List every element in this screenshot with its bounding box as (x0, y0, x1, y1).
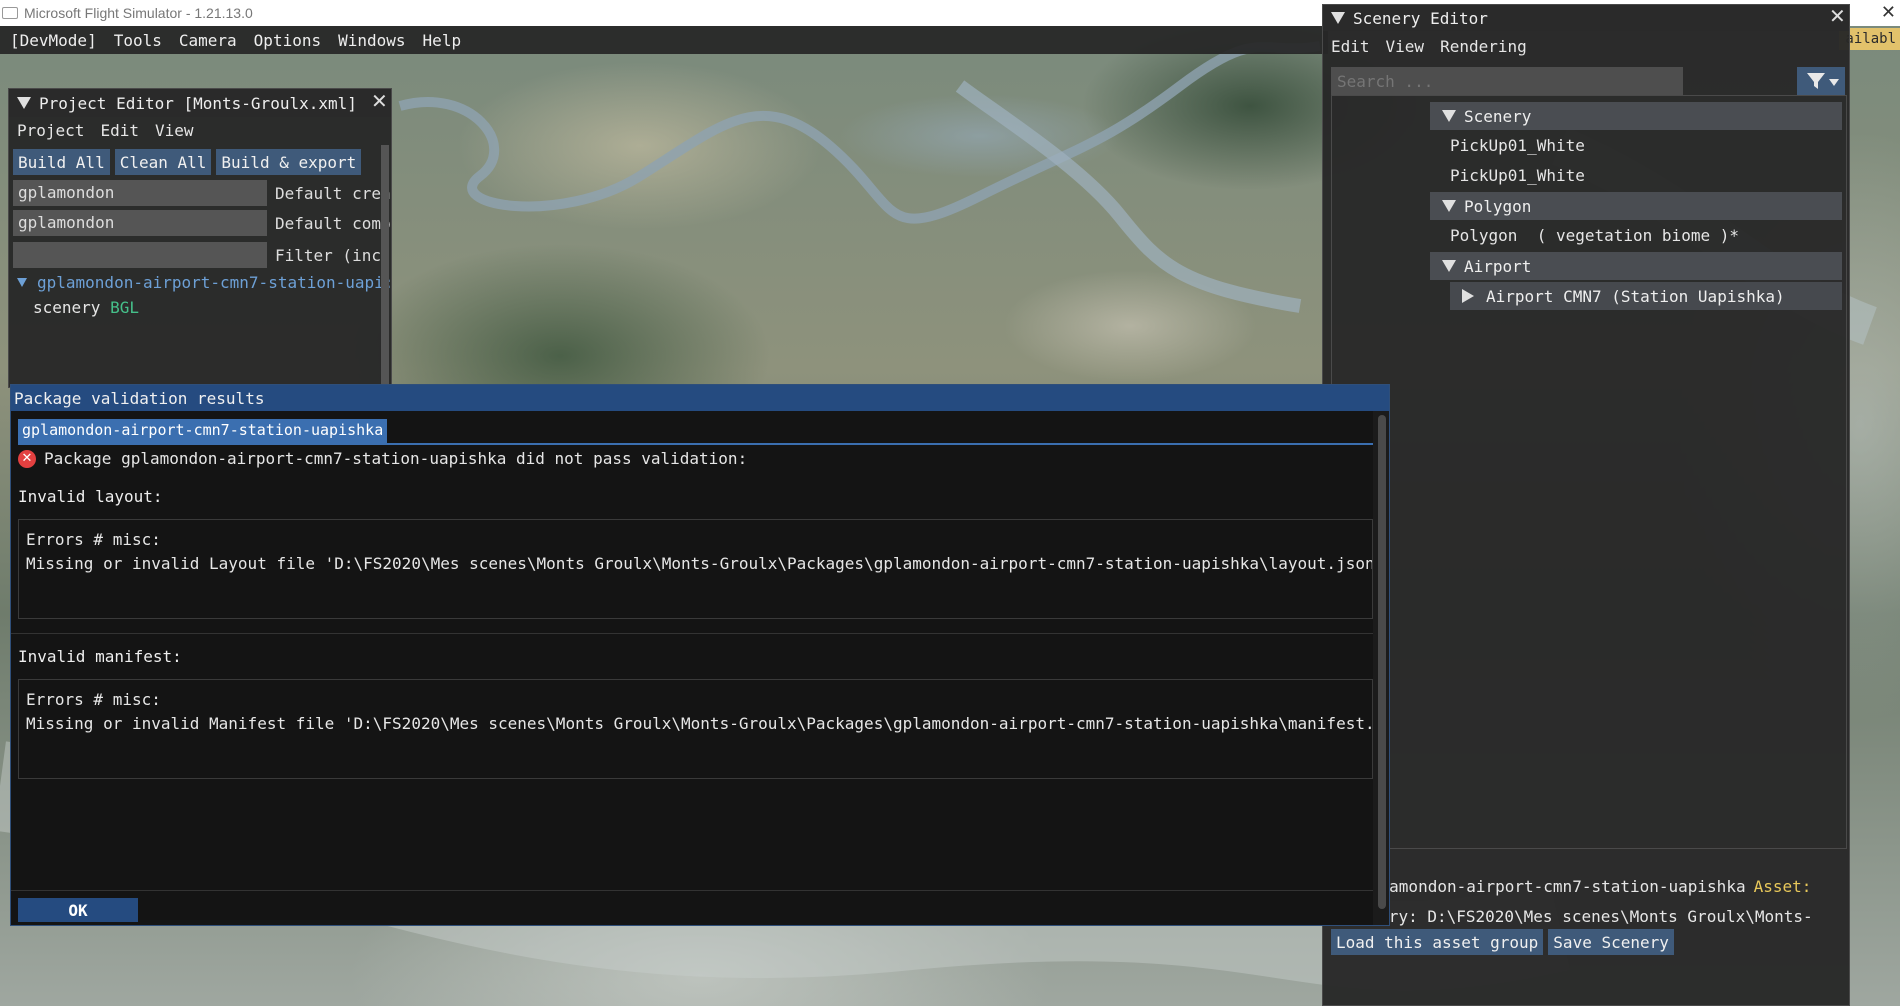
menu-view[interactable]: View (155, 121, 194, 140)
dialog-scrollbar-thumb[interactable] (1378, 415, 1386, 909)
tree-item[interactable]: PickUp01_White (1450, 166, 1585, 185)
tree-header-airport[interactable]: Airport (1430, 252, 1842, 280)
tree-item[interactable]: PickUp01_White (1450, 136, 1585, 155)
dialog-titlebar[interactable]: Package validation results (11, 385, 1389, 411)
asset-name: scenery (33, 298, 101, 317)
tree-item-label: Airport CMN7 (Station Uapishka) (1486, 286, 1785, 306)
package-tree-item[interactable]: gplamondon-airport-cmn7-station-uapi: (9, 273, 391, 292)
asset-type-tag: BGL (110, 298, 139, 317)
project-editor-toolbar: Build All Clean All Build & export (9, 143, 391, 175)
dialog-title: Package validation results (14, 388, 265, 408)
expand-triangle-icon[interactable] (17, 278, 27, 287)
menu-rendering[interactable]: Rendering (1440, 37, 1527, 56)
tree-item-airport[interactable]: Airport CMN7 (Station Uapishka) (1450, 282, 1842, 310)
scenery-editor-panel: Scenery Editor ✕ Edit View Rendering Sce… (1322, 4, 1850, 1006)
scenery-editor-title: Scenery Editor (1353, 8, 1488, 28)
tree-header-label: Scenery (1464, 106, 1532, 126)
menu-view[interactable]: View (1386, 37, 1425, 56)
validation-error-message: Package gplamondon-airport-cmn7-station-… (44, 449, 748, 468)
filter-row: Filter (inc, (9, 241, 391, 269)
menu-camera[interactable]: Camera (179, 31, 237, 50)
tree-header-label: Airport (1464, 256, 1532, 276)
tab-package[interactable]: gplamondon-airport-cmn7-station-uapishka (18, 419, 388, 443)
menu-project[interactable]: Project (17, 121, 84, 140)
errors-label: Errors # misc: (26, 690, 161, 709)
save-scenery-button[interactable]: Save Scenery (1548, 929, 1674, 955)
menu-devmode[interactable]: [DevMode] (10, 31, 97, 50)
collapse-triangle-icon[interactable] (17, 97, 31, 109)
company-label: Default comp (275, 213, 391, 233)
menu-windows[interactable]: Windows (338, 31, 405, 50)
tab-underline (18, 443, 1380, 445)
expand-triangle-icon[interactable] (1462, 289, 1474, 303)
search-input[interactable] (1331, 67, 1683, 95)
scenery-tree: Scenery PickUp01_White PickUp01_White Po… (1331, 95, 1847, 849)
load-asset-group-button[interactable]: Load this asset group (1331, 929, 1544, 955)
tree-item-polygon[interactable]: Polygon ( vegetation biome )* (1450, 226, 1739, 245)
filter-field[interactable] (13, 242, 267, 268)
errors-label: Errors # misc: (26, 530, 161, 549)
close-icon[interactable]: ✕ (371, 89, 388, 113)
menu-edit[interactable]: Edit (100, 121, 139, 140)
company-field[interactable]: gplamondon (13, 210, 267, 236)
os-close-icon[interactable]: ✕ (1881, 2, 1896, 23)
build-export-button[interactable]: Build & export (216, 149, 362, 175)
project-editor-panel: Project Editor [Monts-Groulx.xml] ✕ Proj… (8, 88, 392, 388)
filter-label: Filter (inc, (275, 245, 391, 265)
menu-tools[interactable]: Tools (114, 31, 162, 50)
tree-header-scenery[interactable]: Scenery (1430, 102, 1842, 130)
app-icon (2, 7, 18, 19)
section-divider (11, 633, 1381, 634)
menu-options[interactable]: Options (254, 31, 321, 50)
expand-triangle-icon[interactable] (1442, 260, 1456, 272)
package-name[interactable]: gplamondon-airport-cmn7-station-uapi: (37, 273, 391, 292)
project-editor-titlebar[interactable]: Project Editor [Monts-Groulx.xml] (9, 89, 391, 117)
project-editor-menu: Project Edit View (9, 117, 391, 143)
validation-results-dialog: Package validation results gplamondon-ai… (10, 384, 1390, 926)
info-scenery-path: scenery: D:\FS2020\Mes scenes\Monts Grou… (1340, 906, 1813, 926)
os-window-title: Microsoft Flight Simulator - 1.21.13.0 (24, 5, 253, 21)
ok-button[interactable]: OK (18, 898, 138, 922)
x-circle-icon: ✕ (18, 449, 36, 468)
manifest-error-message: Missing or invalid Manifest file 'D:\FS2… (26, 714, 1373, 733)
creator-label: Default crea (275, 183, 391, 203)
close-icon[interactable]: ✕ (1829, 4, 1846, 28)
validation-error-line: ✕ Package gplamondon-airport-cmn7-statio… (18, 449, 747, 468)
project-editor-title: Project Editor [Monts-Groulx.xml] (39, 93, 357, 113)
selected-asset-info: e: gplamondon-airport-cmn7-station-uapis… (1323, 871, 1851, 931)
clean-all-button[interactable]: Clean All (114, 149, 212, 175)
manifest-error-box: Errors # misc: Missing or invalid Manife… (18, 679, 1373, 779)
scenery-editor-titlebar[interactable]: Scenery Editor (1323, 5, 1849, 31)
tree-header-label: Polygon (1464, 196, 1532, 216)
filter-button[interactable] (1797, 67, 1845, 95)
expand-triangle-icon[interactable] (1442, 200, 1456, 212)
expand-triangle-icon[interactable] (1442, 110, 1456, 122)
tree-header-polygon[interactable]: Polygon (1430, 192, 1842, 220)
scenery-editor-actions: Load this asset group Save Scenery (1331, 929, 1679, 955)
section-heading-layout: Invalid layout: (18, 487, 163, 506)
layout-error-message: Missing or invalid Layout file 'D:\FS202… (26, 554, 1373, 573)
build-all-button[interactable]: Build All (13, 149, 110, 175)
info-asset-label: Asset: (1753, 876, 1812, 896)
project-editor-scrollbar[interactable] (381, 145, 389, 385)
scenery-editor-menu: Edit View Rendering (1323, 31, 1849, 61)
menu-edit[interactable]: Edit (1331, 37, 1370, 56)
asset-item[interactable]: scenery BGL (9, 298, 391, 317)
devmode-menubar: [DevMode] Tools Camera Options Windows H… (0, 26, 1328, 54)
creator-row: gplamondon Default crea (9, 179, 391, 207)
filter-funnel-icon (1807, 73, 1839, 89)
collapse-triangle-icon[interactable] (1331, 12, 1345, 24)
menu-help[interactable]: Help (423, 31, 462, 50)
footer-divider (11, 890, 1381, 891)
section-heading-manifest: Invalid manifest: (18, 647, 182, 666)
info-package-name: gplamondon-airport-cmn7-station-uapishka (1360, 876, 1746, 896)
company-row: gplamondon Default comp (9, 209, 391, 237)
creator-field[interactable]: gplamondon (13, 180, 267, 206)
layout-error-box: Errors # misc: Missing or invalid Layout… (18, 519, 1373, 619)
